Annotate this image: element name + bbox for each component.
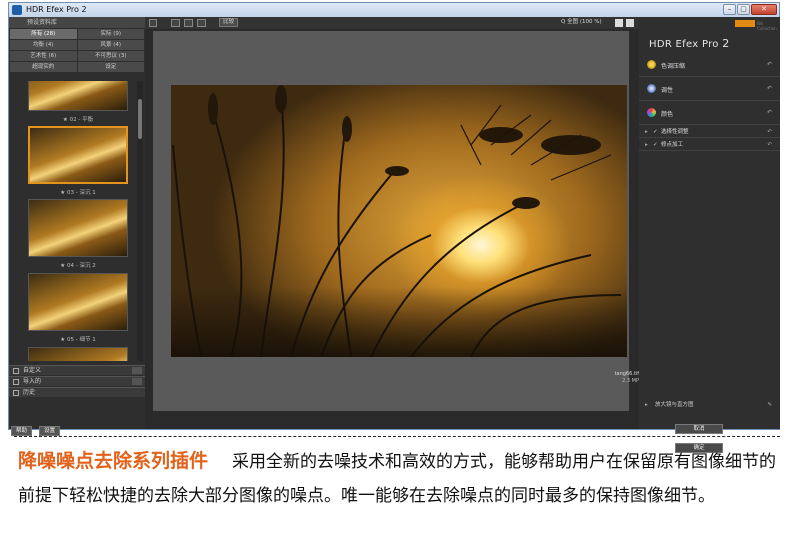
- side-by-side-icon[interactable]: [197, 19, 206, 27]
- window-title: HDR Efex Pro 2: [26, 5, 87, 14]
- preset-thumbnail[interactable]: [28, 347, 128, 361]
- preset-scrollbar[interactable]: [137, 81, 143, 361]
- expand-arrow-icon[interactable]: ▸: [645, 126, 648, 138]
- brand-label: Nik Collection: [757, 21, 777, 31]
- preset-caption: ★ 05 - 细节 1: [60, 337, 96, 343]
- section-label: 修点加工: [661, 142, 684, 148]
- preset-caption: ★ 04 - 深沉 2: [60, 263, 96, 269]
- preset-thumbnail-list: ★ 02 - 平衡 ★ 03 - 深沉 1 ★ 04 - 深沉 2 ★ 05 -…: [9, 81, 137, 361]
- product-title: HDR Efex Pro 2: [649, 37, 730, 50]
- tone-compression-section[interactable]: 色调压缩 ↶: [639, 55, 780, 77]
- image-filename: tang66.tif: [614, 371, 639, 377]
- section-label: 导入的: [23, 378, 42, 385]
- maximize-button[interactable]: ▢: [737, 4, 750, 15]
- single-view-icon[interactable]: [171, 19, 180, 27]
- category-tab[interactable]: 艺术性 (6): [10, 51, 77, 61]
- category-tab[interactable]: 所有 (28): [10, 29, 77, 39]
- category-grid: 所有 (28) 实际 (9) 均衡 (4) 风景 (4) 艺术性 (6) 不可思…: [10, 29, 144, 72]
- category-tab[interactable]: 设定: [77, 62, 144, 72]
- title-bar: HDR Efex Pro 2 – ▢ ✕: [9, 3, 779, 17]
- pin-icon[interactable]: ✎: [767, 400, 772, 410]
- section-label: 调性: [661, 87, 674, 94]
- product-name: HDR Efex Pro: [649, 39, 719, 50]
- reset-icon[interactable]: ↶: [767, 85, 772, 92]
- finishing-section[interactable]: ▸ ✓ 修点加工 ↶: [639, 139, 780, 151]
- section-custom[interactable]: 自定义: [9, 365, 145, 375]
- enable-checkbox[interactable]: ✓: [653, 139, 658, 151]
- loupe-label: 放大镜与直方图: [655, 402, 694, 408]
- reset-icon[interactable]: ↶: [767, 61, 772, 68]
- scrollbar-thumb[interactable]: [138, 99, 142, 139]
- enable-checkbox[interactable]: ✓: [653, 126, 658, 138]
- section-label: 历史: [23, 389, 36, 396]
- category-tab[interactable]: 不可思议 (3): [77, 51, 144, 61]
- split-view-icon[interactable]: [184, 19, 193, 27]
- add-icon[interactable]: [132, 378, 142, 385]
- section-label: 自定义: [23, 367, 42, 374]
- import-icon: [13, 379, 19, 385]
- preset-thumbnail[interactable]: [28, 81, 128, 111]
- fullscreen-icon[interactable]: [626, 19, 634, 27]
- reset-icon[interactable]: ↶: [767, 109, 772, 116]
- image-canvas: tang66.tif 2.3 MP: [153, 31, 639, 411]
- preset-library-header[interactable]: 预设资料库: [9, 17, 145, 28]
- preset-caption: ★ 02 - 平衡: [62, 117, 94, 123]
- section-history[interactable]: 历史: [9, 387, 145, 397]
- app-window: HDR Efex Pro 2 – ▢ ✕ 预设资料库 所有 (28) 实际 (9…: [8, 2, 780, 453]
- hide-panel-icon[interactable]: [149, 19, 157, 27]
- tonality-section[interactable]: 调性 ↶: [639, 79, 780, 101]
- history-icon: [13, 390, 19, 396]
- category-tab[interactable]: 实际 (9): [77, 29, 144, 39]
- preset-thumbnail[interactable]: [28, 199, 128, 257]
- preset-thumbnail[interactable]: [28, 273, 128, 331]
- image-vignette: [171, 287, 627, 357]
- background-color-icon[interactable]: [615, 19, 623, 27]
- color-section[interactable]: 颜色 ↶: [639, 103, 780, 125]
- preset-panel: 预设资料库 所有 (28) 实际 (9) 均衡 (4) 风景 (4) 艺术性 (…: [9, 17, 145, 436]
- image-megapixels: 2.3 MP: [622, 378, 639, 384]
- preview-toolbar: 比较 Q 全图 (100 %): [145, 17, 639, 29]
- custom-icon: [13, 368, 19, 374]
- section-label: 选择性调整: [661, 129, 689, 135]
- cancel-button[interactable]: 取消: [675, 424, 723, 434]
- section-imported[interactable]: 导入的: [9, 376, 145, 386]
- expand-arrow-icon[interactable]: ▸: [645, 139, 648, 151]
- selective-adjustments-section[interactable]: ▸ ✓ 选择性调整 ↶: [639, 126, 780, 138]
- compare-button[interactable]: 比较: [219, 18, 239, 27]
- adjustment-panel: Nik Collection HDR Efex Pro 2 色调压缩 ↶ 调性 …: [639, 17, 780, 453]
- section-label: 颜色: [661, 111, 674, 118]
- close-button[interactable]: ✕: [751, 4, 777, 15]
- color-icon: [647, 108, 656, 117]
- help-button[interactable]: 帮助: [11, 426, 33, 436]
- settings-button[interactable]: 设置: [39, 426, 61, 436]
- nik-logo-icon: [735, 20, 755, 27]
- product-version: 2: [722, 37, 730, 50]
- preset-caption: ★ 03 - 深沉 1: [60, 190, 96, 196]
- preset-thumbnail-selected[interactable]: [28, 126, 128, 184]
- preview-area: 比较 Q 全图 (100 %) tang66.tif 2.3 MP: [145, 17, 639, 429]
- reset-icon[interactable]: ↶: [767, 126, 772, 138]
- caption-heading: 降噪噪点去除系列插件: [18, 450, 209, 472]
- expand-arrow-icon[interactable]: ▸: [645, 400, 648, 410]
- zoom-selector[interactable]: Q 全图 (100 %): [561, 18, 602, 27]
- category-tab[interactable]: 超现实的: [10, 62, 77, 72]
- caption-divider: [14, 436, 780, 437]
- loupe-histogram-toggle[interactable]: ▸ 放大镜与直方图 ✎: [639, 400, 780, 410]
- section-label: 色调压缩: [661, 63, 686, 70]
- caption-block: 降噪噪点去除系列插件 采用全新的去噪技术和高效的方式，能够帮助用户在保留原有图像细…: [18, 444, 778, 513]
- reset-icon[interactable]: ↶: [767, 139, 772, 151]
- minimize-button[interactable]: –: [723, 4, 736, 15]
- preview-image[interactable]: [171, 85, 627, 357]
- category-tab[interactable]: 风景 (4): [77, 40, 144, 50]
- tonality-icon: [647, 84, 656, 93]
- tone-compression-icon: [647, 60, 656, 69]
- add-icon[interactable]: [132, 367, 142, 374]
- app-icon: [12, 5, 22, 15]
- left-button-bar: 帮助 设置: [11, 417, 62, 436]
- category-tab[interactable]: 均衡 (4): [10, 40, 77, 50]
